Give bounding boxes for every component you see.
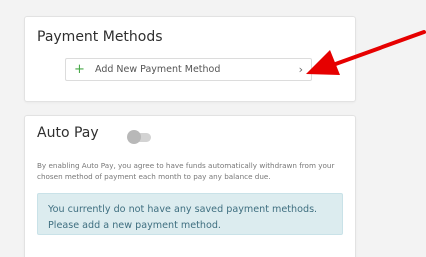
plus-icon: + — [74, 62, 85, 77]
no-payment-methods-notice: You currently do not have any saved paym… — [37, 193, 343, 235]
auto-pay-card: Auto Pay By enabling Auto Pay, you agree… — [24, 115, 356, 257]
auto-pay-description: By enabling Auto Pay, you agree to have … — [37, 161, 335, 181]
arrow-shaft — [328, 30, 426, 68]
arrow-head — [306, 50, 340, 75]
auto-pay-toggle[interactable] — [127, 130, 151, 144]
add-payment-method-button[interactable]: + Add New Payment Method › — [65, 58, 312, 81]
payment-methods-title: Payment Methods — [37, 29, 163, 45]
add-payment-method-label: Add New Payment Method — [95, 64, 221, 75]
toggle-knob — [127, 130, 141, 144]
auto-pay-title: Auto Pay — [37, 125, 99, 141]
red-arrow-icon — [306, 30, 426, 75]
